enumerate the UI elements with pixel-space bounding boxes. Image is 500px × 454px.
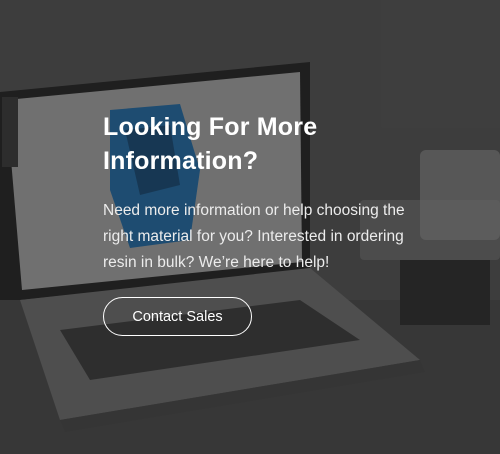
hero-description: Need more information or help choosing t… xyxy=(103,202,405,271)
contact-sales-button[interactable]: Contact Sales xyxy=(103,297,252,336)
hero-content: Looking For More Information? Need more … xyxy=(103,110,423,276)
hero-title: Looking For More Information? xyxy=(103,113,318,175)
contact-sales-hero: Looking For More Information? Need more … xyxy=(0,0,500,454)
